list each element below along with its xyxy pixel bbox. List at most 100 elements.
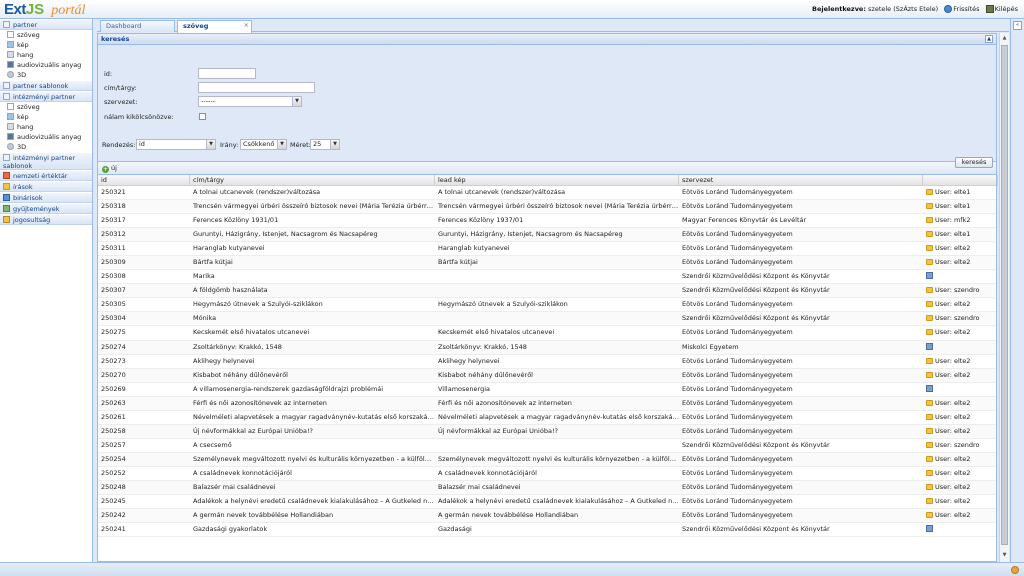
sidebar-item-audiovizualis[interactable]: audiovizuális anyag xyxy=(0,60,92,70)
sidebar-group-gyujtemenyek[interactable]: gyűjtemények xyxy=(0,203,92,214)
table-row[interactable]: 250269 A villamosenergia-rendszerek gazda… xyxy=(98,383,996,397)
table-row[interactable]: 250241 Gazdasági gyakorlatok Gazdasági Szen… xyxy=(98,523,996,538)
cell-lead: Balazsér mai családnevei xyxy=(438,482,521,491)
tab-dashboard[interactable]: Dashboard xyxy=(100,20,175,32)
unlocked-icon xyxy=(926,525,933,533)
column-header-cim[interactable]: cím/tárgy xyxy=(190,175,435,186)
scroll-up-icon[interactable]: ▲ xyxy=(1001,35,1008,43)
rendezes-select[interactable]: id ▼ xyxy=(136,139,216,150)
sidebar-item-hang[interactable]: hang xyxy=(0,50,92,60)
chevron-down-icon[interactable]: ▼ xyxy=(277,140,286,149)
sidebar-item-label: hang xyxy=(17,51,34,59)
search-form: id: cím/tárgy: szervezet: ------ ▼ nálam … xyxy=(98,45,996,168)
table-row[interactable]: 250273 Aklihegy helynevei Aklihegy helynev… xyxy=(98,355,996,369)
new-button[interactable]: + új xyxy=(102,164,117,173)
sidebar-item-szoveg[interactable]: szöveg xyxy=(0,102,92,112)
cell-lead: Ferences Közlöny 1937/01 xyxy=(438,216,524,225)
column-header-lead[interactable]: lead kép xyxy=(435,175,679,186)
table-row[interactable]: 250263 Férfi és női azonosítónevek az int… xyxy=(98,396,996,411)
szervezet-value: ------ xyxy=(201,97,216,105)
chevron-down-icon[interactable]: ▼ xyxy=(292,97,301,106)
cell-lead: Gazdasági xyxy=(438,525,472,534)
table-row[interactable]: 250261 Névelméleti alapvetések a magyar r… xyxy=(98,411,996,425)
vertical-scrollbar[interactable]: ▲ ▼ xyxy=(999,33,1009,562)
sidebar-group-jogosultsag[interactable]: jogosultság xyxy=(0,214,92,225)
irany-select[interactable]: Csökkenő ▼ xyxy=(240,139,287,150)
scroll-thumb[interactable] xyxy=(1001,45,1008,545)
header: ExtJS portál Bejelentkezve: szetele (SzÁz… xyxy=(0,0,1024,19)
sidebar-item-3d[interactable]: 3D xyxy=(0,142,92,152)
search-button[interactable]: keresés xyxy=(955,157,993,168)
table-row[interactable]: 250317 Ferences Közlöny 1931/01 Ferences K… xyxy=(98,214,996,229)
table-row[interactable]: 250311 Haranglab kutyanevei Haranglab kuty… xyxy=(98,242,996,257)
table-row[interactable]: 250270 Kisbabot néhány dűlőnevéről Kisbabo… xyxy=(98,368,996,383)
scroll-down-icon[interactable]: ▼ xyxy=(1001,552,1008,560)
table-row[interactable]: 250318 Trencsén vármegyei úrbéri összeíró… xyxy=(98,200,996,215)
meret-select[interactable]: 25 ▼ xyxy=(310,139,340,150)
sidebar-item-hang[interactable]: hang xyxy=(0,122,92,132)
sidebar-item-3d[interactable]: 3D xyxy=(0,70,92,80)
chevron-down-icon[interactable]: ▼ xyxy=(206,140,215,149)
table-row[interactable]: 250305 Hegymászó útnevek a Szulyói-sziklá… xyxy=(98,298,998,313)
table-row[interactable]: 250304 Mónika Szendrői Közművelődési Közpo… xyxy=(98,312,996,327)
table-row[interactable]: 250275 Kecskemét első hivatalos utcanevei… xyxy=(98,326,996,341)
table-row[interactable]: 250245 Adalékok a helynévi eredetű család… xyxy=(98,495,996,510)
column-header-user[interactable] xyxy=(923,175,998,186)
table-row[interactable]: 250307 A földgömb használata Szendrői Közm… xyxy=(98,284,996,299)
sidebar-item-szoveg[interactable]: szöveg xyxy=(0,30,92,40)
close-icon[interactable]: × xyxy=(244,20,249,31)
sidebar-group-intezmenyi-sablonok[interactable]: intézményi partner sablonok xyxy=(0,152,92,170)
chevron-down-icon[interactable]: ▼ xyxy=(330,140,339,149)
table-row[interactable]: 250257 A csecsemő Szendrői Közművelődési K… xyxy=(98,439,996,453)
cim-input[interactable] xyxy=(198,82,315,93)
expand-icon[interactable]: « xyxy=(1013,21,1022,30)
sidebar-group-nemzeti-ertektar[interactable]: nemzeti értéktár xyxy=(0,170,92,181)
cell-org: Szendrői Közművelődési Központ és Könyvt… xyxy=(682,272,830,281)
sidebar-group-label: partner xyxy=(13,21,38,29)
user-label: User: elte2 xyxy=(935,328,971,337)
folder-icon xyxy=(3,82,10,89)
szervezet-select[interactable]: ------ ▼ xyxy=(198,96,302,107)
table-row[interactable]: 250252 A családnevek konnotációjáról A csa… xyxy=(98,467,996,481)
sidebar-group-intezmenyi-partner[interactable]: intézményi partner xyxy=(0,91,92,102)
id-input[interactable] xyxy=(198,68,256,79)
cell-user: User: elte2 xyxy=(923,298,998,311)
user-label: User: elte2 xyxy=(935,497,971,506)
meret-label: Méret: xyxy=(290,141,311,149)
table-row[interactable]: 250254 Személynevek megváltozott nyelvi é… xyxy=(98,452,996,467)
refresh-button[interactable]: Frissítés xyxy=(944,5,980,13)
sidebar-item-kep[interactable]: kép xyxy=(0,112,92,122)
column-header-id[interactable]: id xyxy=(98,175,190,186)
sidebar-group-partner-sablonok[interactable]: partner sablonok xyxy=(0,80,92,91)
table-row[interactable]: 250308 Marika Szendrői Közművelődési Közpo… xyxy=(98,270,996,285)
table-row[interactable]: 250321 A tolnai utcanevek (rendszer)válto… xyxy=(98,186,996,201)
table-row[interactable]: 250258 Új névformákkal az Európai Unióba!… xyxy=(98,424,996,439)
sidebar-group-binarisok[interactable]: binárisok xyxy=(0,192,92,203)
lock-icon xyxy=(926,329,933,336)
tab-szoveg[interactable]: szöveg × xyxy=(177,20,252,33)
nalam-checkbox[interactable] xyxy=(199,113,206,120)
table-row[interactable]: 250242 A germán nevek továbbélése Holland… xyxy=(98,509,996,524)
sidebar-item-kep[interactable]: kép xyxy=(0,40,92,50)
logout-button[interactable]: Kilépés xyxy=(985,5,1018,13)
sidebar-group-irasok[interactable]: írások xyxy=(0,181,92,192)
table-row[interactable]: 250309 Bártfa kútjai Bártfa kútjai Eötvös L… xyxy=(98,256,996,271)
column-header-szervezet[interactable]: szervezet xyxy=(679,175,923,186)
cell-org: Eötvös Loránd Tudományegyetem xyxy=(682,497,793,506)
unlocked-icon xyxy=(926,272,933,280)
cell-org: Eötvös Loránd Tudományegyetem xyxy=(682,482,793,491)
app-logo: ExtJS portál xyxy=(4,1,85,18)
sidebar: partner szöveg kép hang audiovizuális an… xyxy=(0,19,93,562)
cell-id: 250312 xyxy=(101,230,126,239)
user-label: User: elte2 xyxy=(935,300,971,309)
table-row[interactable]: 250312 Guruntyi, Házigrány, Istenjet, Nac… xyxy=(98,228,996,243)
user-label: User: elte2 xyxy=(935,511,971,520)
search-panel-header: keresés ▲ xyxy=(98,34,996,45)
sidebar-item-audiovizualis[interactable]: audiovizuális anyag xyxy=(0,132,92,142)
collapse-icon[interactable]: ▲ xyxy=(985,35,993,43)
table-row[interactable]: 250248 Balazsér mai családnevei Balazsér m… xyxy=(98,480,996,496)
tab-bar: Dashboard szöveg × xyxy=(97,19,1009,33)
table-row[interactable]: 250274 Zsoltárkönyv: Krakkó, 1548 Zsoltárk… xyxy=(98,340,996,355)
sidebar-group-partner[interactable]: partner xyxy=(0,19,92,30)
sidebar-item-label: kép xyxy=(17,113,29,121)
